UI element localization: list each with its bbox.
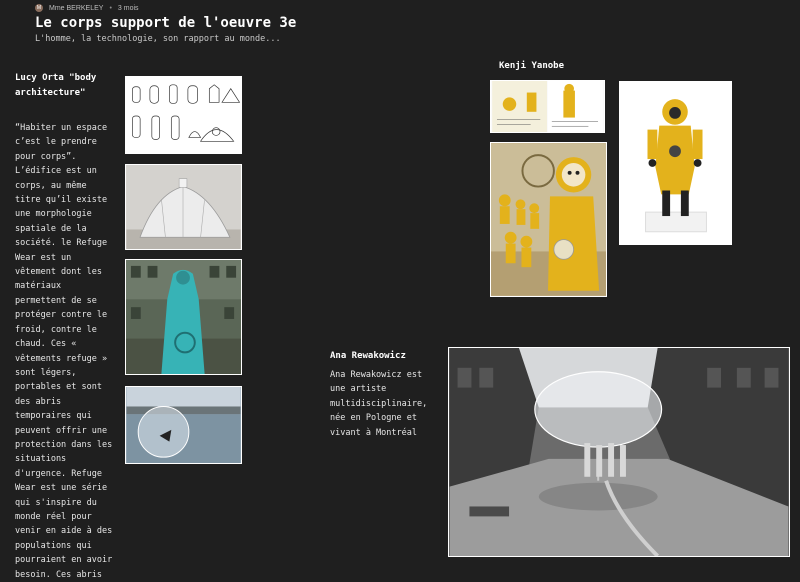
tent-photo: [126, 165, 241, 249]
refuge-wear-photo: [126, 260, 241, 374]
water-bubble-photo: [126, 387, 241, 463]
yellow-suit-figure: [620, 82, 731, 244]
section-text-rewakowicz: Ana Rewakowicz est une artiste multidisc…: [330, 370, 428, 438]
image-orta-sketches[interactable]: [125, 76, 242, 154]
section-text-orta: “Habiter un espace c’est le prendre pour…: [15, 123, 113, 580]
page-title: Le corps support de l'oeuvre 3e: [35, 15, 297, 31]
page-subtitle: L'homme, la technologie, son rapport au …: [35, 34, 281, 44]
image-yanobe-suit[interactable]: [619, 81, 732, 245]
sketch-drawing: [132, 84, 241, 142]
street-bubble-photo: [449, 348, 789, 556]
section-title-yanobe: Kenji Yanobe: [499, 61, 565, 71]
section-title-rewakowicz: Ana Rewakowicz: [330, 351, 406, 361]
meta-separator: •: [109, 4, 112, 12]
image-orta-refuge-wear[interactable]: [125, 259, 242, 375]
image-yanobe-crowd[interactable]: [490, 142, 607, 297]
image-orta-tent[interactable]: [125, 164, 242, 250]
yanobe-crowd-photo: [491, 143, 606, 296]
image-rewakowicz-bubble[interactable]: [448, 347, 790, 557]
post-age: 3 mois: [117, 4, 139, 12]
image-orta-water-bubble[interactable]: [125, 386, 242, 464]
author-name[interactable]: Mme BERKELEY: [49, 5, 103, 12]
image-yanobe-sketches[interactable]: [490, 80, 605, 133]
section-title-orta: Lucy Orta "body architecture": [15, 73, 97, 98]
yanobe-sketch: [492, 81, 603, 132]
author-avatar[interactable]: M: [35, 4, 43, 12]
post-meta: M Mme BERKELEY • 3 mois: [35, 4, 139, 12]
